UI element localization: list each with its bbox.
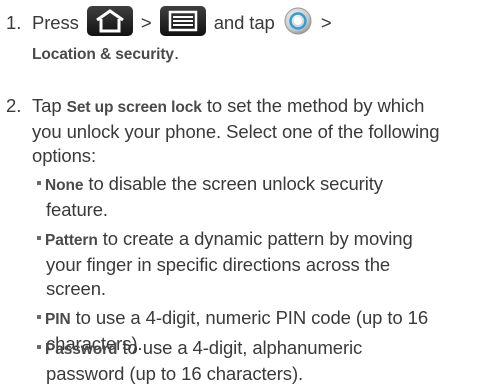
option-text: to use a 4-digit, alphanumeric <box>122 337 363 358</box>
separator-gt-2: > <box>320 12 332 33</box>
tap-text: Tap <box>32 95 62 116</box>
menu-icon <box>159 6 206 37</box>
option-text-3: screen. <box>46 278 106 299</box>
option-label: PIN <box>45 311 71 328</box>
option-text: to disable the screen unlock security <box>88 173 383 194</box>
bullet-icon <box>37 315 41 320</box>
step-1: 1. Press > and tap > Location & security… <box>0 6 485 67</box>
option-text: to use a 4-digit, numeric PIN code (up t… <box>75 307 429 328</box>
option-label: None <box>45 177 84 194</box>
home-icon <box>86 6 133 37</box>
step2-line3: options: <box>32 145 96 166</box>
set-up-screen-lock-label: Set up screen lock <box>66 99 202 116</box>
option-text: to create a dynamic pattern by moving <box>102 228 413 249</box>
step2-line2: you unlock your phone. Select one of the… <box>32 121 440 142</box>
option-text-2: password (up to 16 characters). <box>46 363 304 384</box>
step-number: 1. <box>6 12 22 33</box>
option-password: Password to use a 4-digit, alphanumeric … <box>37 336 362 386</box>
bullet-icon <box>37 345 41 350</box>
option-pattern: Pattern to create a dynamic pattern by m… <box>37 227 413 301</box>
option-text-2: your finger in specific directions acros… <box>46 254 391 275</box>
separator-gt: > <box>140 12 152 33</box>
bullet-icon <box>37 236 41 241</box>
step2-line1-rest: to set the method by which <box>206 95 425 116</box>
step-number: 2. <box>6 95 22 116</box>
press-text: Press <box>32 12 79 33</box>
option-label: Pattern <box>45 232 98 249</box>
option-label: Password <box>45 341 118 358</box>
period: . <box>173 42 179 63</box>
settings-icon <box>283 6 313 36</box>
and-tap-text: and tap <box>213 12 275 33</box>
bullet-icon <box>37 181 41 186</box>
instructions-page: 1. Press > and tap > Location & security… <box>0 0 485 385</box>
option-none: None to disable the screen unlock securi… <box>37 172 383 222</box>
location-security-link: Location & security <box>32 46 174 63</box>
option-text-2: feature. <box>46 199 108 220</box>
